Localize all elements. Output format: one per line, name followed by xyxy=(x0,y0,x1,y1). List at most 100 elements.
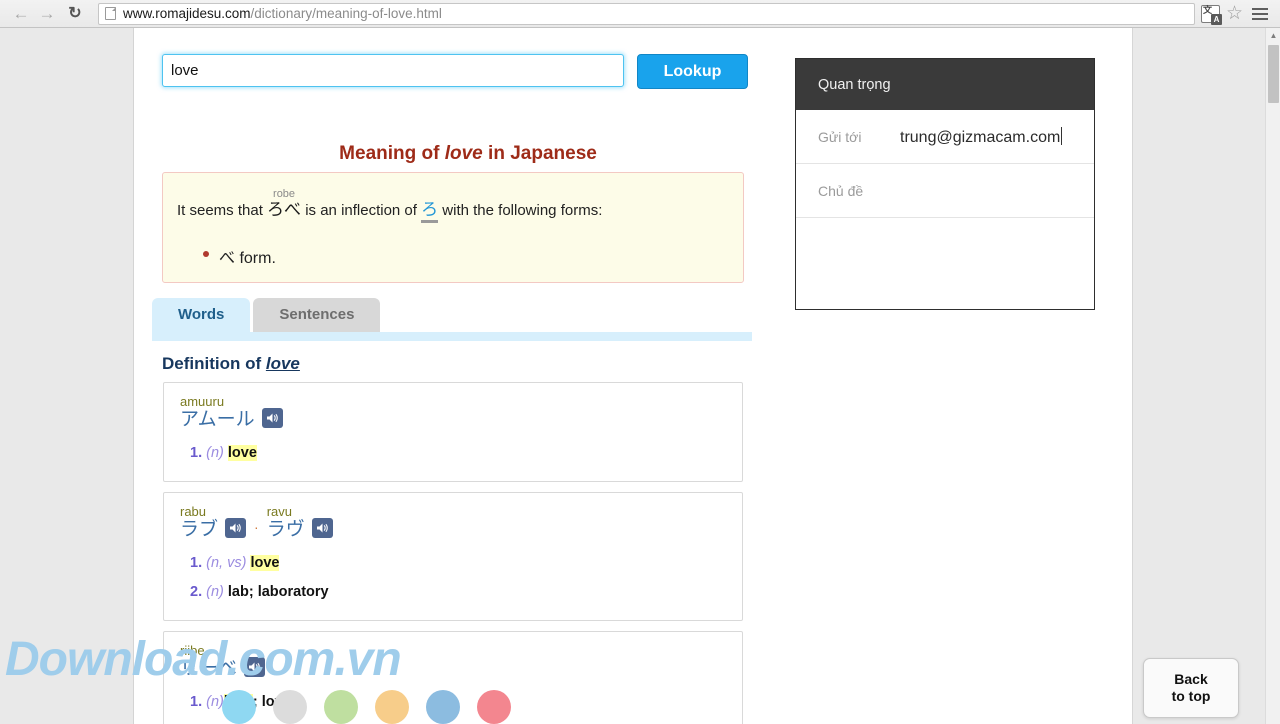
sense-pos: (n) xyxy=(206,445,224,461)
back-arrow-icon[interactable]: ← xyxy=(8,1,34,27)
term-kana: リーベ xyxy=(180,659,237,678)
sense-gloss-highlight: love xyxy=(250,555,279,571)
term-romaji: ravu xyxy=(267,505,305,518)
page-info-icon xyxy=(105,7,116,20)
result-cards: amuuru アムール 1. xyxy=(163,382,743,724)
speaker-icon[interactable] xyxy=(312,518,333,538)
definition-heading-word[interactable]: love xyxy=(266,354,300,373)
watermark-dots xyxy=(222,690,511,724)
page-title: Meaning of love in Japanese xyxy=(162,143,774,165)
back-to-top-line2: to top xyxy=(1172,688,1211,706)
term: amuuru アムール xyxy=(180,395,283,429)
page-title-prefix: Meaning of xyxy=(339,143,445,164)
sense-pos: (n) xyxy=(206,584,224,600)
sense-number: 2. xyxy=(190,584,202,600)
card-terms: rabu ラブ · xyxy=(180,505,726,539)
compose-title: Quan trọng xyxy=(796,59,1094,110)
sense: 2. (n) lab; laboratory xyxy=(190,578,726,606)
sense: 1. (n) love xyxy=(190,439,726,467)
inflected-word-romaji: robe xyxy=(267,189,301,200)
search-area: Lookup xyxy=(162,54,748,89)
card-terms: riibe リーベ xyxy=(180,644,726,678)
note-lead: It seems that xyxy=(177,202,267,219)
tab-underline xyxy=(152,332,752,341)
sense: 1. (n, vs) love xyxy=(190,549,726,577)
word-card: rabu ラブ · xyxy=(163,492,743,621)
speaker-icon[interactable] xyxy=(225,518,246,538)
url-host: www.romajidesu.com xyxy=(123,6,251,21)
tab-words[interactable]: Words xyxy=(152,298,250,332)
term: riibe リーベ xyxy=(180,644,265,678)
scrollbar-thumb[interactable] xyxy=(1268,45,1279,103)
compose-subject-row[interactable]: Chủ đề xyxy=(796,164,1094,218)
inflection-sentence: It seems that robeろべ is an inflection of… xyxy=(177,189,729,218)
inflection-note: It seems that robeろべ is an inflection of… xyxy=(162,172,744,283)
term-kana: ラブ xyxy=(180,520,218,539)
speaker-icon[interactable] xyxy=(262,408,283,428)
result-tabs: Words Sentences xyxy=(152,298,752,332)
term-reading: rabu ラブ xyxy=(180,505,218,539)
term-romaji: riibe xyxy=(180,644,237,657)
term-reading: amuuru アムール xyxy=(180,395,255,429)
address-bar[interactable]: www.romajidesu.com /dictionary/meaning-o… xyxy=(98,3,1195,25)
sense-number: 1. xyxy=(190,445,202,461)
compose-body[interactable] xyxy=(796,218,1094,310)
reload-icon[interactable]: ↻ xyxy=(62,1,88,27)
sense-gloss-highlight: love xyxy=(228,445,257,461)
speaker-icon[interactable] xyxy=(244,657,265,677)
compose-subject-label: Chủ đề xyxy=(818,183,876,199)
inflection-form: べ form. xyxy=(219,250,276,267)
term-kana: アムール xyxy=(180,410,255,429)
back-to-top-button[interactable]: Back to top xyxy=(1143,658,1239,718)
text-caret xyxy=(1061,127,1062,145)
bookmark-star-icon[interactable]: ☆ xyxy=(1226,4,1243,23)
page-viewport: Lookup Meaning of love in Japanese It se… xyxy=(0,28,1265,724)
browser-toolbar: ← → ↻ www.romajidesu.com /dictionary/mea… xyxy=(0,0,1280,28)
page-content: Lookup Meaning of love in Japanese It se… xyxy=(133,28,1133,724)
note-mid: is an inflection of xyxy=(301,202,421,219)
browser-actions: 文 A ☆ xyxy=(1201,4,1280,23)
translate-icon[interactable]: 文 A xyxy=(1201,5,1220,23)
card-senses: 1. (n, vs) love 2. (n) lab; laboratory xyxy=(180,549,726,606)
compose-to-text: trung@gizmacam.com xyxy=(900,129,1060,146)
inflected-word-kana: ろべ xyxy=(267,201,301,218)
definition-heading-prefix: Definition of xyxy=(162,354,266,373)
term-romaji: rabu xyxy=(180,505,218,518)
sense-gloss: lab; laboratory xyxy=(228,584,329,600)
term-separator: · xyxy=(254,519,259,535)
term-romaji: amuuru xyxy=(180,395,255,408)
term: rabu ラブ xyxy=(180,505,246,539)
definition-heading: Definition of love xyxy=(162,354,300,374)
lookup-button[interactable]: Lookup xyxy=(637,54,748,89)
note-tail: with the following forms: xyxy=(438,202,602,219)
translate-icon-badge: A xyxy=(1211,14,1222,25)
page-title-suffix: in Japanese xyxy=(483,143,597,164)
base-word-link[interactable]: ろ xyxy=(421,200,438,223)
inflected-word: robeろべ xyxy=(267,189,301,218)
sense-number: 1. xyxy=(190,555,202,571)
page-scrollbar[interactable]: ▲ xyxy=(1265,28,1280,724)
page-title-word: love xyxy=(445,143,483,164)
list-item: べ form. xyxy=(203,244,729,268)
word-card: amuuru アムール 1. xyxy=(163,382,743,482)
sense-number: 1. xyxy=(190,694,202,710)
term-reading: riibe リーベ xyxy=(180,644,237,678)
compose-panel: Quan trọng Gửi tới trung@gizmacam.com Ch… xyxy=(795,58,1095,310)
sense-pos: (n, vs) xyxy=(206,555,246,571)
term-kana: ラヴ xyxy=(267,520,305,539)
tab-sentences[interactable]: Sentences xyxy=(253,298,380,332)
compose-to-value[interactable]: trung@gizmacam.com xyxy=(900,127,1062,147)
compose-to-row[interactable]: Gửi tới trung@gizmacam.com xyxy=(796,110,1094,164)
back-to-top-line1: Back xyxy=(1174,671,1207,689)
card-senses: 1. (n) love xyxy=(180,439,726,467)
card-terms: amuuru アムール xyxy=(180,395,726,429)
term: ravu ラヴ xyxy=(267,505,333,539)
term-reading: ravu ラヴ xyxy=(267,505,305,539)
url-path: /dictionary/meaning-of-love.html xyxy=(251,6,442,21)
scroll-up-arrow-icon[interactable]: ▲ xyxy=(1266,28,1280,43)
compose-to-label: Gửi tới xyxy=(818,129,876,145)
inflection-forms-list: べ form. xyxy=(203,244,729,268)
hamburger-menu-icon[interactable] xyxy=(1249,8,1271,20)
forward-arrow-icon[interactable]: → xyxy=(34,1,60,27)
search-input[interactable] xyxy=(162,54,624,87)
